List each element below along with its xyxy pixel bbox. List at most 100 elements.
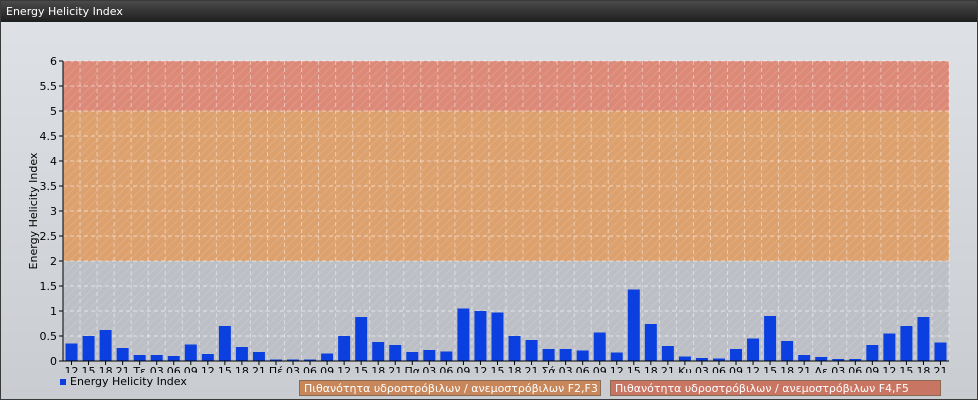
bar-29 <box>559 349 572 361</box>
bar-39 <box>730 349 743 361</box>
x-tick-label-47: 09 <box>865 365 879 373</box>
x-tick-label-27: 21 <box>525 365 539 373</box>
energy-helicity-chart: 00.511.522.533.544.555.56 12 15 18 21 Τε 03 06… <box>27 55 950 373</box>
x-tick-label-28: Σά <box>541 365 555 373</box>
x-tick-label-40: 12 <box>746 365 760 373</box>
window-title: Energy Helicity Index <box>1 1 977 22</box>
x-tick-label-0: 12 <box>65 365 79 373</box>
x-tick-label-38: 06 <box>712 365 726 373</box>
band-legend-f4-f5[interactable]: Πιθανότητα υδροστρόβιλων / ανεμοστρόβιλω… <box>610 380 941 396</box>
bar-41 <box>764 316 777 361</box>
y-axis-label: Energy Helicity Index <box>27 152 40 269</box>
bar-6 <box>167 356 180 361</box>
y-tick-label-9: 4.5 <box>40 130 58 143</box>
x-tick-label-5: 03 <box>150 365 164 373</box>
bar-33 <box>627 289 640 361</box>
legend-label: Energy Helicity Index <box>70 375 187 388</box>
x-tick-label-37: 03 <box>695 365 709 373</box>
x-tick-label-18: 18 <box>371 365 385 373</box>
x-tick-label-32: 12 <box>610 365 624 373</box>
bar-36 <box>678 356 691 361</box>
y-tick-label-3: 1.5 <box>40 280 58 293</box>
y-tick-label-5: 2.5 <box>40 230 58 243</box>
x-tick-label-34: 18 <box>644 365 658 373</box>
x-tick-label-2: 18 <box>99 365 113 373</box>
bar-31 <box>593 332 606 361</box>
x-tick-label-13: 03 <box>286 365 300 373</box>
bar-7 <box>184 344 197 361</box>
y-ticks: 0 0.5 1 1.5 2 2.5 3 3.5 4 4.5 5 5.5 6 <box>40 55 63 368</box>
x-tick-label-15: 09 <box>320 365 334 373</box>
bar-25 <box>491 312 504 361</box>
band-legend-f2-f3-label: Πιθανότητα υδροστρόβιλων / ανεμοστρόβιλω… <box>304 382 598 395</box>
y-tick-label-1: 0.5 <box>40 330 58 343</box>
x-tick-label-26: 18 <box>508 365 522 373</box>
x-tick-label-20: Πα <box>405 365 421 373</box>
bar-48 <box>883 333 896 361</box>
bar-11 <box>252 352 265 361</box>
x-tick-label-25: 15 <box>490 365 504 373</box>
bar-15 <box>321 353 334 361</box>
bar-47 <box>866 345 879 361</box>
x-tick-label-14: 06 <box>303 365 317 373</box>
bar-50 <box>917 317 930 361</box>
x-tick-label-46: 06 <box>848 365 862 373</box>
y-tick-label-2: 1 <box>50 305 57 318</box>
x-tick-label-29: 03 <box>559 365 573 373</box>
x-tick-label-43: 21 <box>797 365 811 373</box>
x-tick-label-50: 18 <box>916 365 930 373</box>
x-tick-label-7: 09 <box>184 365 198 373</box>
bar-27 <box>525 340 538 361</box>
x-tick-label-9: 15 <box>218 365 232 373</box>
bar-34 <box>644 324 657 361</box>
bar-0 <box>65 343 78 361</box>
legend[interactable]: Energy Helicity Index <box>60 375 187 388</box>
x-tick-label-44: Δε <box>814 365 828 373</box>
bar-9 <box>218 326 231 361</box>
band-legend-f4-f5-label: Πιθανότητα υδροστρόβιλων / ανεμοστρόβιλω… <box>615 382 909 395</box>
bar-24 <box>474 311 487 361</box>
bar-20 <box>406 352 419 361</box>
x-tick-label-10: 18 <box>235 365 249 373</box>
y-tick-label-6: 3 <box>50 205 57 218</box>
bar-18 <box>372 342 385 361</box>
band-legend-f2-f3[interactable]: Πιθανότητα υδροστρόβιλων / ανεμοστρόβιλω… <box>299 380 601 396</box>
bar-30 <box>576 350 589 361</box>
x-tick-label-6: 06 <box>167 365 181 373</box>
x-tick-label-33: 15 <box>627 365 641 373</box>
y-tick-label-8: 4 <box>50 155 57 168</box>
x-tick-label-17: 15 <box>354 365 368 373</box>
bar-44 <box>815 357 828 361</box>
bar-40 <box>747 338 760 361</box>
x-tick-label-49: 15 <box>899 365 913 373</box>
bar-32 <box>610 352 623 361</box>
x-tick-label-11: 21 <box>252 365 266 373</box>
chart-window: Energy Helicity Index 0 0.5 1 1.5 2 2.5 3 3.5 4 4… <box>0 0 978 400</box>
y-tick-label-12: 6 <box>50 55 57 68</box>
x-tick-label-16: 12 <box>337 365 351 373</box>
bar-51 <box>934 342 947 361</box>
x-tick-label-3: 21 <box>116 365 130 373</box>
bar-42 <box>781 341 794 361</box>
bar-17 <box>355 317 368 361</box>
x-tick-label-19: 21 <box>388 365 402 373</box>
bar-19 <box>389 345 402 361</box>
bar-8 <box>201 354 214 361</box>
bar-10 <box>235 347 248 361</box>
x-tick-label-24: 12 <box>473 365 487 373</box>
x-tick-label-41: 15 <box>763 365 777 373</box>
y-tick-label-7: 3.5 <box>40 180 58 193</box>
y-tick-label-11: 5.5 <box>40 80 58 93</box>
bar-49 <box>900 326 913 361</box>
bar-28 <box>542 349 555 361</box>
x-ticks: 12 15 18 21 Τε 03 06 09 12 15 18 21 Πέ 03 06 09 12 15 18 21… <box>65 361 947 373</box>
x-tick-label-39: 09 <box>729 365 743 373</box>
x-tick-label-12: Πέ <box>269 365 283 373</box>
x-tick-label-45: 03 <box>831 365 845 373</box>
x-tick-label-51: 21 <box>933 365 947 373</box>
x-tick-label-21: 03 <box>422 365 436 373</box>
x-tick-label-22: 06 <box>439 365 453 373</box>
bar-16 <box>338 336 351 361</box>
y-tick-label-4: 2 <box>50 255 57 268</box>
bar-3 <box>116 348 129 361</box>
